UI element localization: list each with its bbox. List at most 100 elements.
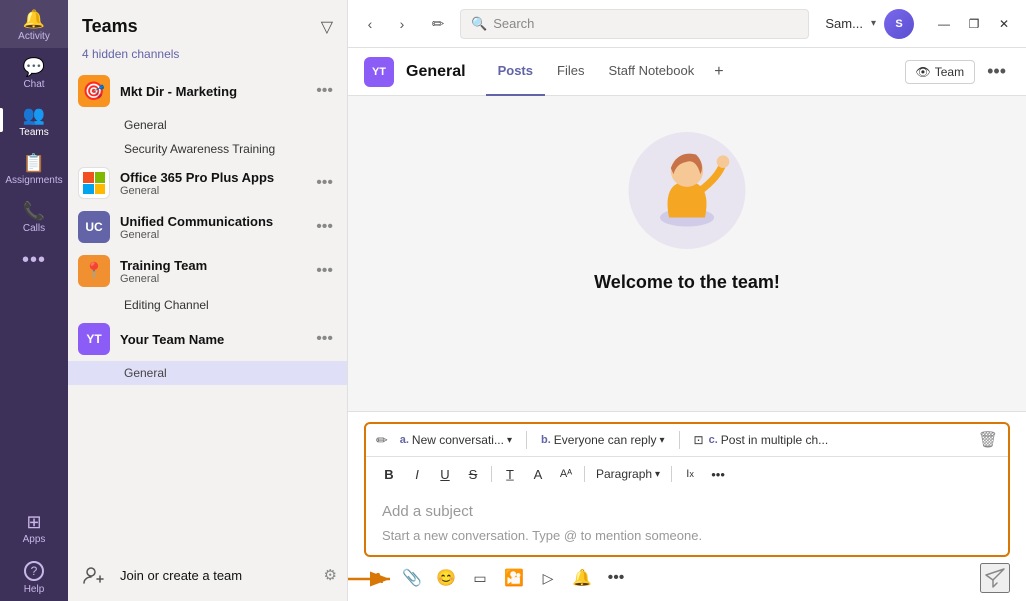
main-content: ‹ › ✏ 🔍 Search Sam... ▾ S — ❐ ✕ YT Gener… <box>348 0 1026 601</box>
gear-icon[interactable]: ⚙ <box>324 566 337 584</box>
team-item-5[interactable]: YT Your Team Name ••• <box>68 317 347 361</box>
search-icon: 🔍 <box>471 16 487 32</box>
sidebar-item-help[interactable]: ? Help <box>0 551 68 601</box>
notify-button[interactable]: 🔔 <box>568 564 596 592</box>
team-sub-3: General <box>120 229 312 241</box>
italic-button[interactable]: I <box>404 461 430 487</box>
apps-icon: ⊞ <box>26 513 41 531</box>
fmt-separator-3 <box>671 466 672 482</box>
add-tab-button[interactable]: + <box>706 48 731 96</box>
sidebar-item-more[interactable]: ••• <box>0 240 68 276</box>
underline-button[interactable]: U <box>432 461 458 487</box>
tab-staff-notebook[interactable]: Staff Notebook <box>596 48 706 96</box>
sidebar-item-assignments[interactable]: 📋 Assignments <box>0 144 68 192</box>
post-icon: ⊡ <box>694 433 704 447</box>
team-more-2[interactable]: ••• <box>312 172 337 194</box>
team-sub-4: General <box>120 273 312 285</box>
team-more-3[interactable]: ••• <box>312 216 337 238</box>
channel-item-general-1[interactable]: General <box>68 113 347 137</box>
user-avatar[interactable]: S <box>884 9 914 39</box>
filter-icon[interactable]: ▽ <box>321 17 333 37</box>
channel-more-button[interactable]: ••• <box>983 57 1010 86</box>
subject-field[interactable]: Add a subject <box>382 499 992 524</box>
sidebar-item-activity[interactable]: 🔔 Activity <box>0 0 68 48</box>
channel-item-editing[interactable]: Editing Channel <box>68 293 347 317</box>
attach-button[interactable]: 📎 <box>398 564 426 592</box>
team-more-4[interactable]: ••• <box>312 260 337 282</box>
more-format-button[interactable]: ••• <box>705 461 731 487</box>
chevron-down-icon: ▾ <box>507 435 512 446</box>
paragraph-select[interactable]: Paragraph ▾ <box>590 464 666 484</box>
delete-button[interactable]: 🗑 <box>978 430 998 450</box>
fmt-separator-1 <box>491 466 492 482</box>
emoji-button[interactable]: 😊 <box>432 564 460 592</box>
channel-tabs: Posts Files Staff Notebook + <box>486 48 732 96</box>
close-button[interactable]: ✕ <box>990 10 1018 38</box>
hidden-channels-link[interactable]: 4 hidden channels <box>68 47 347 69</box>
team-item-3[interactable]: UC Unified Communications General ••• <box>68 205 347 249</box>
body-field[interactable]: Start a new conversation. Type @ to ment… <box>382 524 992 551</box>
video-button[interactable]: 🎦 <box>500 564 528 592</box>
team-item-2[interactable]: Office 365 Pro Plus Apps General ••• <box>68 161 347 205</box>
chevron-down-icon: ▾ <box>660 435 665 446</box>
tab-files[interactable]: Files <box>545 48 596 96</box>
top-bar: ‹ › ✏ 🔍 Search Sam... ▾ S — ❐ ✕ <box>348 0 1026 48</box>
compose-new-button[interactable]: ✏ <box>424 10 452 38</box>
channel-item-general-5[interactable]: General <box>68 361 347 385</box>
channel-item-security[interactable]: Security Awareness Training <box>68 137 347 161</box>
welcome-illustration <box>597 116 777 256</box>
join-team-label: Join or create a team <box>120 568 242 583</box>
user-name[interactable]: Sam... <box>825 16 863 31</box>
highlight-button[interactable]: T̲ <box>497 461 523 487</box>
team-avatar-1: 🎯 <box>78 75 110 107</box>
channel-header: YT General Posts Files Staff Notebook + … <box>348 48 1026 96</box>
chevron-down-icon: ▾ <box>655 469 660 480</box>
team-info-2: Office 365 Pro Plus Apps General <box>120 170 312 197</box>
compose-toolbar: ✏ a. New conversati... ▾ b. Everyone can… <box>364 422 1010 557</box>
join-team-button[interactable]: Join or create a team ⚙ <box>68 549 347 601</box>
team-view-button[interactable]: 👁 Team <box>905 60 976 84</box>
image-button[interactable]: ▭ <box>466 564 494 592</box>
team-more-1[interactable]: ••• <box>312 80 337 102</box>
team-info-1: Mkt Dir - Marketing <box>120 84 312 99</box>
send-later-button[interactable]: ▷ <box>534 564 562 592</box>
reply-option[interactable]: b. Everyone can reply ▾ <box>535 430 671 450</box>
sidebar-item-teams[interactable]: 👥 Teams <box>0 96 68 144</box>
font-size-button[interactable]: Aᴬ <box>553 461 579 487</box>
team-info-4: Training Team General <box>120 258 312 285</box>
toolbar-separator-1 <box>526 431 527 449</box>
team-more-5[interactable]: ••• <box>312 328 337 350</box>
strikethrough-button[interactable]: S <box>460 461 486 487</box>
new-conversation-option[interactable]: a. New conversati... ▾ <box>394 430 518 450</box>
tab-posts[interactable]: Posts <box>486 48 545 96</box>
restore-button[interactable]: ❐ <box>960 10 988 38</box>
fmt-separator-2 <box>584 466 585 482</box>
bold-button[interactable]: B <box>376 461 402 487</box>
team-sub-2: General <box>120 185 312 197</box>
chevron-down-icon[interactable]: ▾ <box>871 18 876 29</box>
font-color-button[interactable]: A <box>525 461 551 487</box>
channel-team-badge: YT <box>364 57 394 87</box>
team-avatar-2 <box>78 167 110 199</box>
team-item-1[interactable]: 🎯 Mkt Dir - Marketing ••• <box>68 69 347 113</box>
search-bar[interactable]: 🔍 Search <box>460 9 809 39</box>
minimize-button[interactable]: — <box>930 10 958 38</box>
team-info-5: Your Team Name <box>120 332 312 347</box>
post-multiple-option[interactable]: ⊡ c. Post in multiple ch... <box>688 430 835 450</box>
teams-panel: Teams ▽ 4 hidden channels 🎯 Mkt Dir - Ma… <box>68 0 348 601</box>
clear-format-button[interactable]: Ix <box>677 461 703 487</box>
sidebar-item-chat[interactable]: 💬 Chat <box>0 48 68 96</box>
more-actions-button[interactable]: ••• <box>602 564 630 592</box>
team-item-4[interactable]: 📍 Training Team General ••• <box>68 249 347 293</box>
content-area: Welcome to the team! ✏ a. New conversati… <box>348 96 1026 601</box>
compose-area: ✏ a. New conversati... ▾ b. Everyone can… <box>348 411 1026 601</box>
sidebar-item-calls[interactable]: 📞 Calls <box>0 192 68 240</box>
calls-icon: 📞 <box>23 202 45 220</box>
back-button[interactable]: ‹ <box>356 10 384 38</box>
forward-button[interactable]: › <box>388 10 416 38</box>
teams-icon: 👥 <box>23 106 45 124</box>
help-icon: ? <box>24 561 44 581</box>
sidebar-label-apps: Apps <box>23 534 46 545</box>
send-button[interactable] <box>980 563 1010 593</box>
sidebar-item-apps[interactable]: ⊞ Apps <box>0 503 68 551</box>
